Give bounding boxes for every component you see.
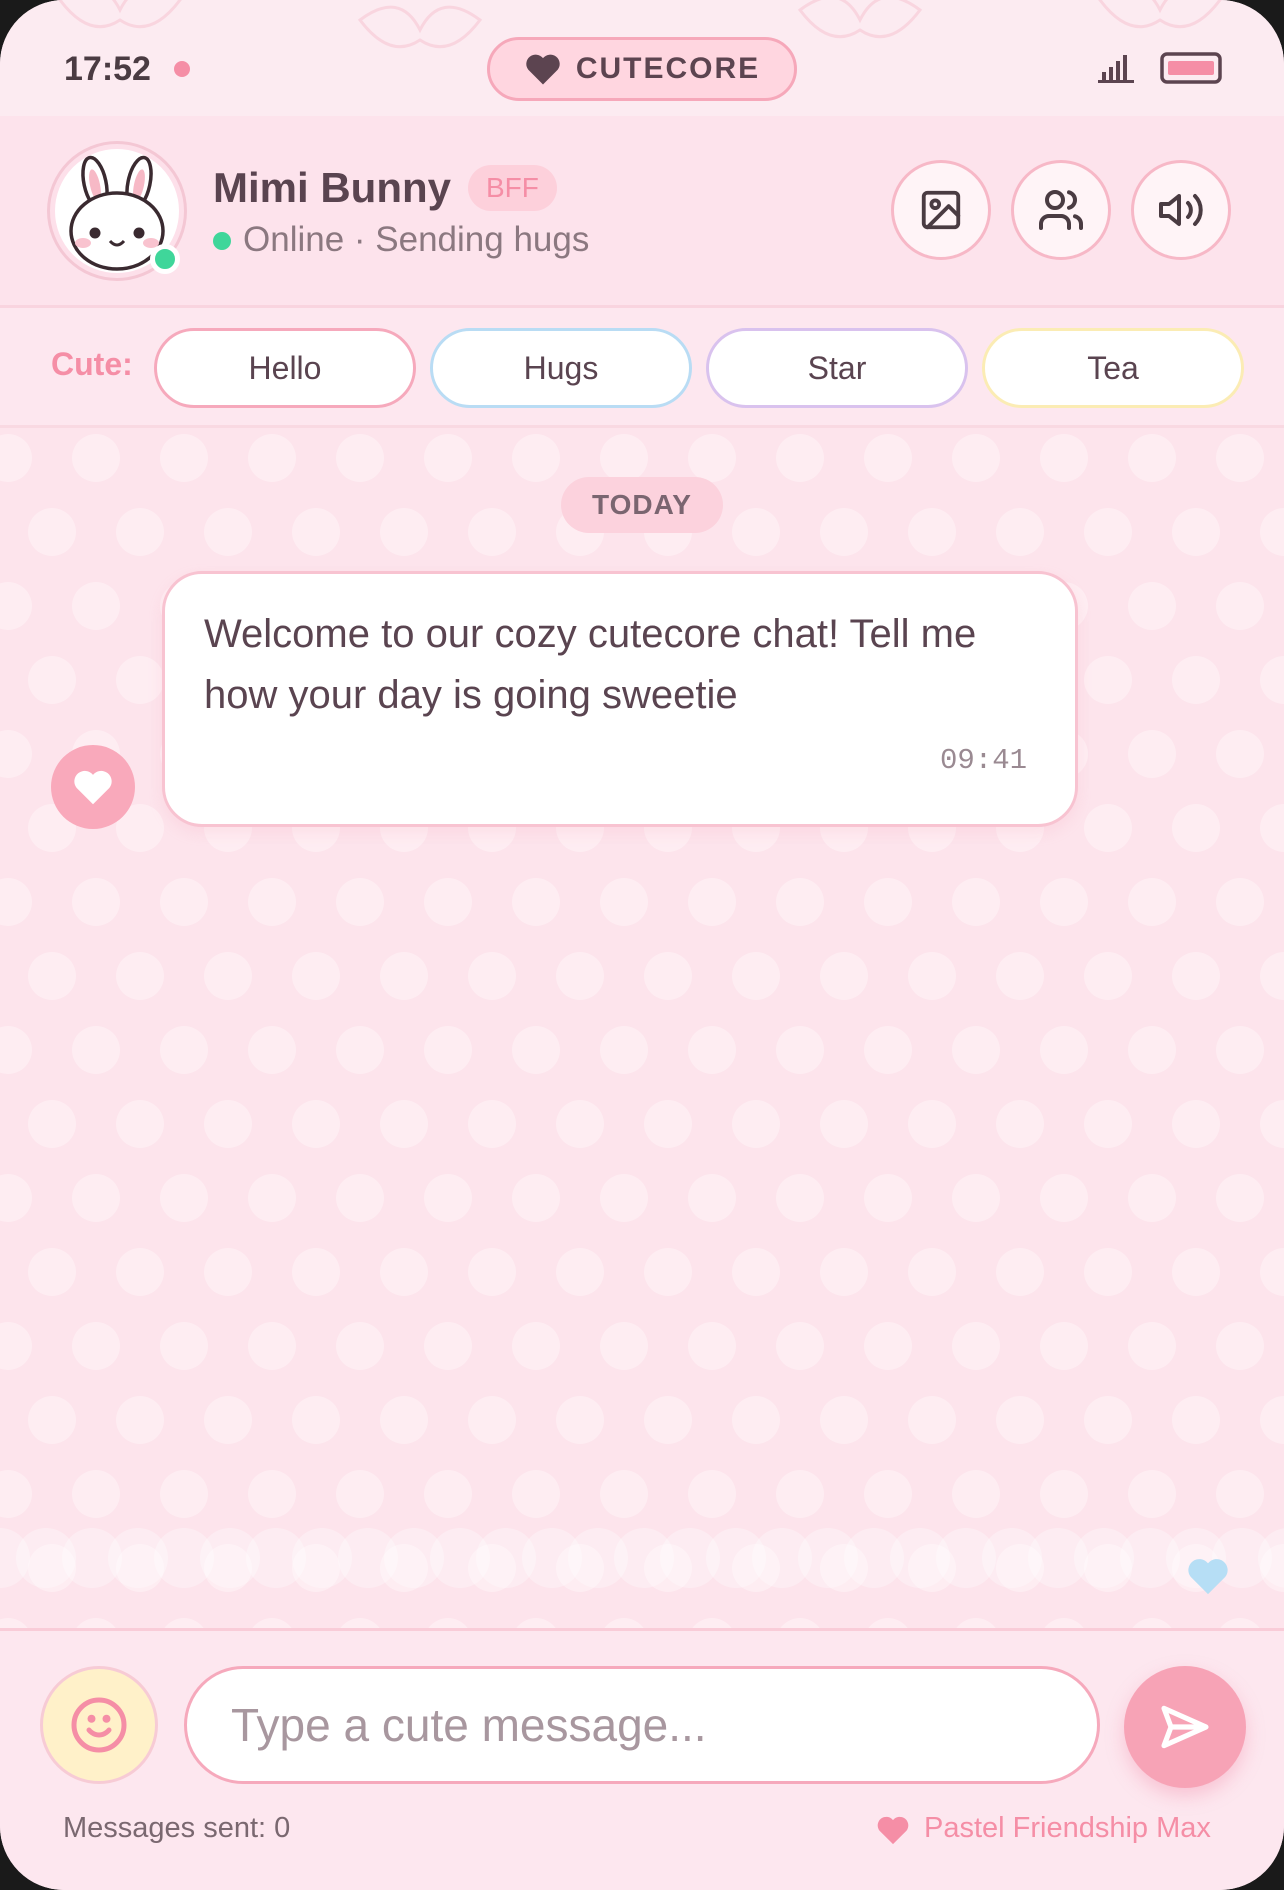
floating-heart-icon — [1188, 1559, 1228, 1595]
app-title: CUTECORE — [575, 52, 761, 85]
quick-replies-label: Cute: — [51, 346, 133, 382]
contact-name: Mimi Bunny — [213, 164, 451, 211]
online-status-dot — [213, 232, 231, 250]
status-bar: 17:52 CUTECORE — [0, 0, 1284, 116]
users-icon — [1039, 190, 1083, 230]
heart-icon — [526, 54, 560, 85]
date-divider: TODAY — [561, 477, 723, 533]
bff-badge: BFF — [468, 165, 557, 211]
message-sender-avatar — [51, 745, 135, 829]
chip-tea[interactable]: Tea — [982, 328, 1244, 408]
friendship-tagline: Pastel Friendship Max — [924, 1812, 1211, 1844]
message-text: Welcome to our cozy cutecore chat! Tell … — [204, 612, 977, 717]
signal-icon — [1098, 55, 1134, 83]
online-indicator — [150, 244, 180, 274]
send-icon — [1161, 1705, 1209, 1749]
app-title-pill: CUTECORE — [487, 37, 797, 101]
send-button[interactable] — [1124, 1666, 1246, 1788]
heart-icon — [74, 770, 112, 805]
heart-icon — [877, 1816, 909, 1845]
status-time: 17:52 — [64, 50, 151, 88]
chip-hello[interactable]: Hello — [154, 328, 416, 408]
volume-icon — [1159, 194, 1203, 226]
battery-icon — [1160, 52, 1222, 84]
friends-button[interactable] — [1011, 160, 1111, 260]
contact-status: Online · Sending hugs — [243, 220, 590, 259]
sound-button[interactable] — [1131, 160, 1231, 260]
emoji-button[interactable] — [40, 1666, 158, 1784]
chip-star[interactable]: Star — [706, 328, 968, 408]
chip-hugs[interactable]: Hugs — [430, 328, 692, 408]
phone-screen: 17:52 CUTECORE Mimi Bunny BFF Online · S… — [0, 0, 1284, 1890]
image-icon — [921, 190, 961, 230]
messages-sent-counter: Messages sent: 0 — [63, 1812, 291, 1844]
send-image-button[interactable] — [891, 160, 991, 260]
recording-dot — [174, 61, 190, 77]
message-time: 09:41 — [940, 744, 1028, 777]
message-input[interactable] — [184, 1666, 1100, 1784]
smile-icon — [71, 1697, 127, 1753]
